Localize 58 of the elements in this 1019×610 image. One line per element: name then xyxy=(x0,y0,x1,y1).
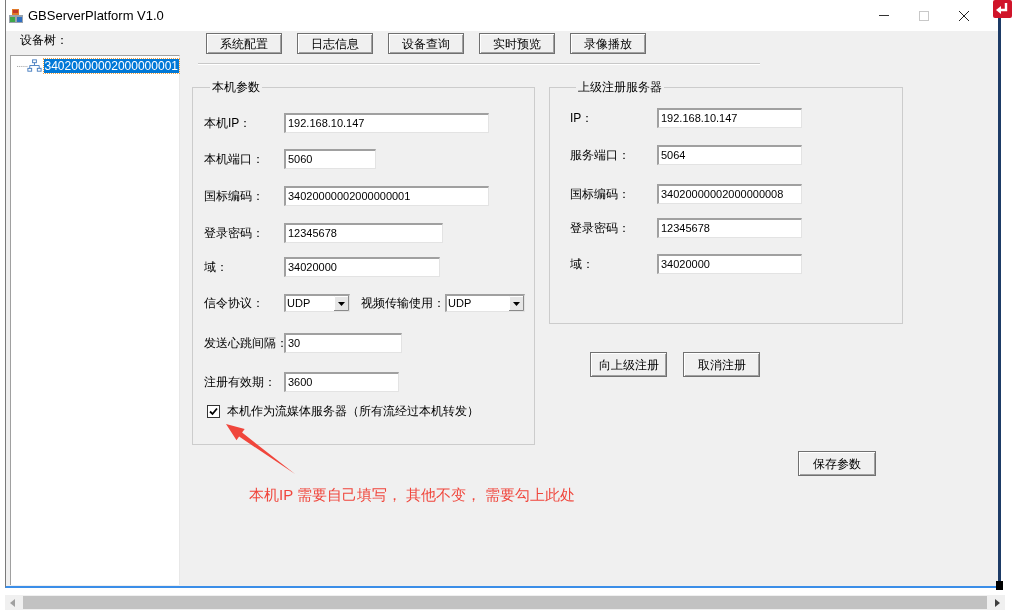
text-field[interactable]: 34020000 xyxy=(284,257,440,277)
dropdown[interactable]: UDP xyxy=(445,294,525,312)
field-label: 国标编码： xyxy=(204,189,265,203)
register-button[interactable]: 取消注册 xyxy=(683,352,760,377)
window-title: GBServerPlatform V1.0 xyxy=(28,7,164,24)
text-field[interactable]: 12345678 xyxy=(657,218,802,238)
text-field[interactable]: 34020000 xyxy=(657,254,802,274)
close-icon xyxy=(959,10,969,21)
group-title: 上级注册服务器 xyxy=(577,80,663,94)
checkbox-label[interactable]: 本机作为流媒体服务器（所有流经过本机转发） xyxy=(227,404,479,418)
field-label: 信令协议： xyxy=(204,296,265,310)
register-button[interactable]: 向上级注册 xyxy=(590,352,667,377)
maximize-icon xyxy=(919,10,929,21)
toolbar-button[interactable]: 录像播放 xyxy=(570,33,646,54)
text-field[interactable]: 3600 xyxy=(284,372,399,392)
text-field[interactable]: 30 xyxy=(284,333,402,353)
caret-icon[interactable] xyxy=(334,296,349,311)
field-label: IP： xyxy=(570,111,595,125)
dropdown-value: UDP xyxy=(447,296,473,311)
field-label: 域： xyxy=(204,260,229,274)
group-title: 本机参数 xyxy=(211,80,261,94)
dropdown-value: UDP xyxy=(286,296,312,311)
field-label: 域： xyxy=(570,257,595,271)
text-field[interactable]: 5064 xyxy=(657,145,802,165)
field-label: 服务端口： xyxy=(570,148,631,162)
toolbar-button[interactable]: 实时预览 xyxy=(479,33,555,54)
text-field[interactable]: 5060 xyxy=(284,149,376,169)
field-label: 注册有效期： xyxy=(204,375,277,389)
network-node-icon xyxy=(17,58,43,73)
toolbar-button[interactable]: 系统配置 xyxy=(206,33,282,54)
scrollbar-thumb[interactable] xyxy=(23,596,987,609)
left-arrow-icon[interactable] xyxy=(10,598,15,607)
device-tree-label: 设备树： xyxy=(19,32,68,47)
corner-square-icon xyxy=(996,581,1003,590)
field-label: 本机端口： xyxy=(204,152,265,166)
toolbar-button[interactable]: 日志信息 xyxy=(297,33,373,54)
field-label: 本机IP： xyxy=(204,116,253,130)
field-label: 登录密码： xyxy=(204,226,265,240)
toolbar-button[interactable]: 设备查询 xyxy=(388,33,464,54)
field-label: 登录密码： xyxy=(570,221,631,235)
horizontal-scrollbar[interactable] xyxy=(5,595,1005,610)
text-field[interactable]: 34020000002000000008 xyxy=(657,184,802,204)
tree-item[interactable]: 34020000002000000001 xyxy=(43,58,179,73)
dropdown[interactable]: UDP xyxy=(284,294,350,312)
field-label: 视频传输使用： xyxy=(361,296,445,310)
text-field[interactable]: 192.168.10.147 xyxy=(284,113,489,133)
field-label: 发送心跳间隔： xyxy=(204,336,284,350)
annotation-text: 本机IP 需要自己填写， 其他不变， 需要勾上此处 xyxy=(249,486,576,504)
minimize-icon xyxy=(879,15,889,16)
text-field[interactable]: 34020000002000000001 xyxy=(284,186,489,206)
right-arrow-icon[interactable] xyxy=(995,598,1000,607)
caret-icon[interactable] xyxy=(509,296,524,311)
save-button[interactable]: 保存参数 xyxy=(798,451,876,476)
text-field[interactable]: 12345678 xyxy=(284,223,443,243)
checkbox[interactable] xyxy=(207,404,220,418)
text-field[interactable]: 192.168.10.147 xyxy=(657,108,802,128)
app-icon xyxy=(8,7,24,24)
field-label: 国标编码： xyxy=(570,187,631,201)
